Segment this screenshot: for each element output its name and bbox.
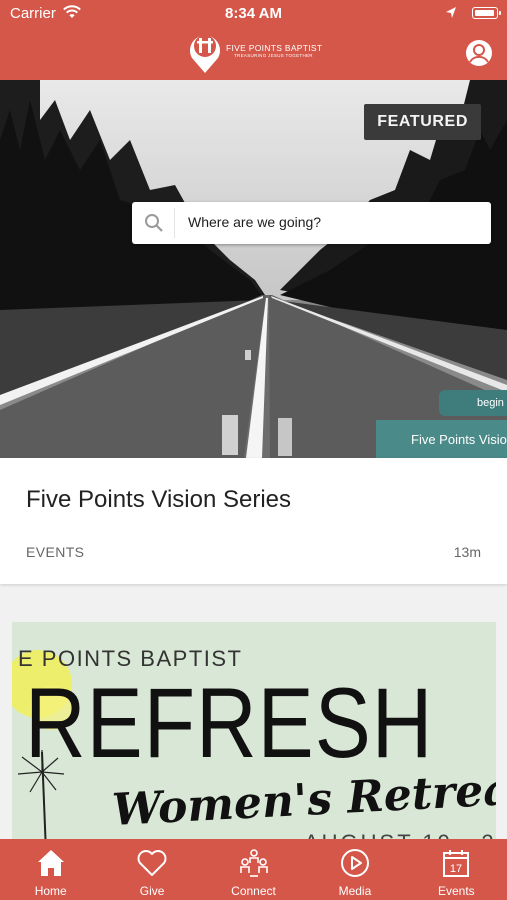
card-category: EVENTS xyxy=(26,544,85,560)
card-title: Five Points Vision Series xyxy=(26,486,292,513)
battery-icon xyxy=(472,7,501,19)
home-icon xyxy=(37,850,64,876)
featured-hero[interactable]: FEATURED Where are we going? begin Five … xyxy=(0,80,507,458)
tab-events-label: Events xyxy=(437,884,475,898)
profile-icon[interactable] xyxy=(465,39,493,67)
play-icon xyxy=(340,849,369,877)
featured-badge: FEATURED xyxy=(364,104,481,140)
search-bar[interactable]: Where are we going? xyxy=(132,202,491,244)
church-logo-icon xyxy=(190,35,220,73)
tab-connect-label: Connect xyxy=(231,884,276,898)
search-divider xyxy=(174,208,175,238)
featured-card[interactable]: Five Points Vision Series EVENTS 13m xyxy=(0,458,507,584)
search-icon xyxy=(145,214,163,232)
tab-connect[interactable]: Connect xyxy=(203,839,304,900)
heart-icon xyxy=(137,850,167,876)
logo-title: FIVE POINTS BAPTIST xyxy=(226,43,323,53)
tab-media-label: Media xyxy=(338,884,372,898)
people-icon xyxy=(239,849,268,877)
clock: 8:34 AM xyxy=(225,5,282,22)
banner-headline: REFRESH xyxy=(25,667,434,779)
tab-events[interactable]: 17 Events xyxy=(406,839,507,900)
refresh-retreat-banner[interactable]: E POINTS BAPTIST REFRESH Women's Retreat… xyxy=(12,622,496,852)
svg-text:17: 17 xyxy=(450,863,462,875)
series-pill[interactable]: Five Points Vision xyxy=(376,420,507,458)
begin-pill[interactable]: begin xyxy=(439,390,507,416)
logo-subtitle: TREASURING JESUS TOGETHER xyxy=(234,53,313,58)
status-bar: Carrier 8:34 AM xyxy=(0,0,507,28)
card-timestamp: 13m xyxy=(453,544,481,560)
calendar-icon: 17 xyxy=(443,850,470,877)
search-input[interactable]: Where are we going? xyxy=(188,214,321,230)
tab-home[interactable]: Home xyxy=(0,839,101,900)
location-arrow-icon xyxy=(446,7,456,18)
tab-bar: Home Give Connect Media 17 Events xyxy=(0,839,507,900)
app-header: Carrier 8:34 AM FIVE POINTS BAPTIST TREA… xyxy=(0,0,507,80)
tab-give[interactable]: Give xyxy=(101,839,202,900)
tab-home-label: Home xyxy=(34,884,67,898)
tab-give-label: Give xyxy=(139,884,165,898)
church-logo[interactable]: FIVE POINTS BAPTIST TREASURING JESUS TOG… xyxy=(188,30,328,74)
tab-media[interactable]: Media xyxy=(304,839,405,900)
